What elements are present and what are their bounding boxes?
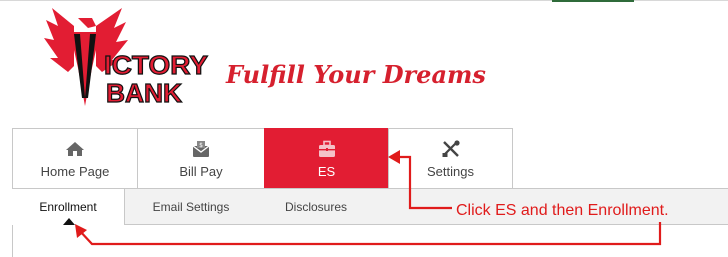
logo-text-line2: BANK — [106, 78, 182, 108]
victory-bank-logo: ICTORY BANK — [44, 8, 209, 109]
arrowhead-enrollment — [75, 224, 87, 238]
tab-es-label: ES — [317, 164, 336, 179]
subtab-disclosures[interactable]: Disclosures — [268, 189, 364, 225]
tab-es[interactable]: ES — [264, 128, 388, 188]
tab-settings-label: Settings — [427, 164, 474, 179]
tagline: Fulfill Your Dreams — [226, 60, 486, 89]
tab-bill-pay[interactable]: $ Bill Pay — [137, 128, 264, 188]
logo-text-line1: ICTORY — [104, 50, 208, 80]
content-left-border — [12, 225, 13, 257]
tab-home-page[interactable]: Home Page — [12, 128, 137, 188]
instruction-callout: Click ES and then Enrollment. — [456, 202, 669, 219]
home-icon — [65, 138, 85, 160]
briefcase-icon — [317, 138, 337, 160]
bill-pay-icon: $ — [191, 138, 211, 160]
arrow-to-enrollment — [78, 222, 662, 246]
tab-bill-pay-label: Bill Pay — [179, 164, 223, 179]
svg-text:$: $ — [199, 142, 203, 149]
main-tab-bar: Home Page $ Bill Pay ES Settings — [12, 128, 513, 188]
tab-settings[interactable]: Settings — [388, 128, 513, 188]
tab-home-page-label: Home Page — [40, 164, 110, 179]
subtab-email-settings[interactable]: Email Settings — [134, 189, 248, 225]
top-accent-bar — [552, 0, 634, 2]
tools-icon — [441, 138, 461, 160]
active-subtab-caret — [63, 218, 75, 225]
